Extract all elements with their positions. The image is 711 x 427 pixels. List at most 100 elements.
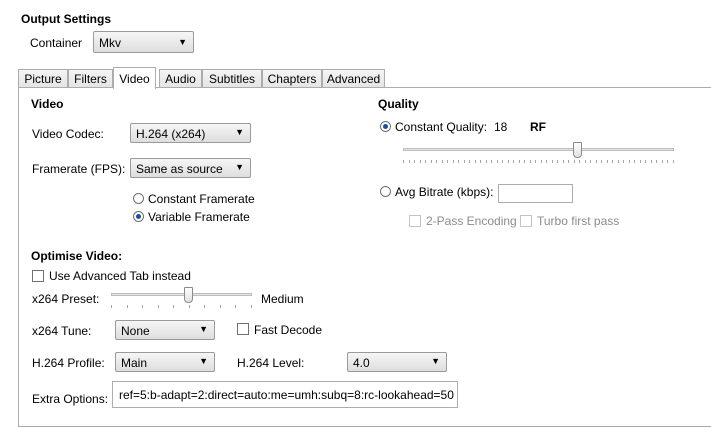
slider-tick <box>220 305 221 308</box>
two-pass-label: 2-Pass Encoding <box>426 214 517 228</box>
tab-chapters[interactable]: Chapters <box>262 69 322 88</box>
slider-tick <box>524 160 525 163</box>
turbo-first-pass-label: Turbo first pass <box>537 214 620 228</box>
slider-tick <box>563 160 564 163</box>
slider-tick <box>486 160 487 163</box>
tab-subtitles[interactable]: Subtitles <box>202 69 262 88</box>
h264-level-label: H.264 Level: <box>237 356 305 370</box>
slider-tick <box>645 160 646 163</box>
slider-tick <box>557 160 558 163</box>
x264-tune-dropdown[interactable]: None ▼ <box>115 320 215 340</box>
slider-tick <box>453 160 454 163</box>
x264-preset-value: Medium <box>261 292 304 306</box>
chevron-down-icon: ▼ <box>235 162 244 172</box>
tab-picture[interactable]: Picture <box>18 69 68 88</box>
slider-tick <box>656 160 657 163</box>
preset-slider-thumb[interactable] <box>184 287 193 303</box>
preset-slider-track <box>111 293 252 296</box>
tab-filters[interactable]: Filters <box>68 69 113 88</box>
container-dropdown[interactable]: Mkv ▼ <box>93 31 194 53</box>
x264-tune-value: None <box>121 324 150 338</box>
quality-slider[interactable] <box>403 142 674 166</box>
output-settings-title: Output Settings <box>21 12 111 26</box>
h264-level-value: 4.0 <box>353 356 370 370</box>
quality-heading: Quality <box>378 97 419 111</box>
slider-tick <box>552 160 553 163</box>
framerate-label: Framerate (FPS): <box>32 162 126 176</box>
chevron-down-icon: ▼ <box>178 37 187 47</box>
h264-profile-label: H.264 Profile: <box>32 356 105 370</box>
slider-tick <box>464 160 465 163</box>
slider-tick <box>502 160 503 163</box>
tab-video[interactable]: Video <box>113 67 156 89</box>
slider-tick <box>601 160 602 163</box>
slider-tick <box>651 160 652 163</box>
slider-tick <box>458 160 459 163</box>
constant-quality-value: 18 <box>494 120 508 134</box>
slider-tick <box>541 160 542 163</box>
h264-level-dropdown[interactable]: 4.0 ▼ <box>347 352 447 372</box>
slider-tick <box>579 160 580 163</box>
slider-tick <box>425 160 426 163</box>
constant-quality-label: Constant Quality: <box>395 120 488 134</box>
slider-tick <box>596 160 597 163</box>
slider-tick <box>662 160 663 163</box>
slider-tick <box>497 160 498 163</box>
slider-tick <box>436 160 437 163</box>
slider-tick <box>480 160 481 163</box>
slider-tick <box>612 160 613 163</box>
slider-tick <box>519 160 520 163</box>
fast-decode-checkbox[interactable] <box>237 323 249 335</box>
chevron-down-icon: ▼ <box>235 127 244 137</box>
container-label: Container <box>30 36 83 50</box>
tab-advanced[interactable]: Advanced <box>322 69 385 88</box>
turbo-first-pass-checkbox[interactable] <box>520 215 532 227</box>
variable-framerate-label: Variable Framerate <box>148 210 250 224</box>
slider-tick <box>469 160 470 163</box>
avg-bitrate-label: Avg Bitrate (kbps): <box>395 185 494 199</box>
extra-options-input[interactable]: ref=5:b-adapt=2:direct=auto:me=umh:subq=… <box>112 381 458 408</box>
video-codec-dropdown[interactable]: H.264 (x264) ▼ <box>130 123 251 143</box>
slider-tick <box>189 305 190 308</box>
quality-slider-thumb[interactable] <box>573 142 582 158</box>
slider-tick <box>420 160 421 163</box>
h264-profile-dropdown[interactable]: Main ▼ <box>115 352 215 372</box>
tab-audio[interactable]: Audio <box>159 69 202 88</box>
slider-tick <box>414 160 415 163</box>
x264-preset-slider[interactable] <box>111 287 252 311</box>
slider-tick <box>530 160 531 163</box>
slider-tick <box>634 160 635 163</box>
slider-tick <box>590 160 591 163</box>
slider-tick <box>585 160 586 163</box>
framerate-value: Same as source <box>136 162 223 176</box>
variable-framerate-radio[interactable] <box>133 211 144 222</box>
optimise-video-heading: Optimise Video: <box>31 249 123 263</box>
slider-tick <box>618 160 619 163</box>
avg-bitrate-radio[interactable] <box>380 186 391 197</box>
two-pass-checkbox[interactable] <box>409 215 421 227</box>
slider-tick <box>574 160 575 163</box>
constant-quality-radio[interactable] <box>380 121 391 132</box>
fast-decode-label: Fast Decode <box>254 323 323 337</box>
slider-tick <box>111 305 112 308</box>
slider-tick <box>667 160 668 163</box>
slider-tick <box>673 160 674 163</box>
x264-preset-label: x264 Preset: <box>32 292 100 306</box>
slider-tick <box>403 160 404 163</box>
framerate-dropdown[interactable]: Same as source ▼ <box>130 158 251 178</box>
use-advanced-tab-checkbox[interactable] <box>32 270 44 282</box>
avg-bitrate-input[interactable] <box>498 184 573 203</box>
slider-tick <box>535 160 536 163</box>
slider-tick <box>568 160 569 163</box>
slider-tick <box>142 305 143 308</box>
slider-tick <box>623 160 624 163</box>
container-dropdown-value: Mkv <box>99 36 121 50</box>
slider-tick <box>442 160 443 163</box>
x264-tune-label: x264 Tune: <box>32 324 92 338</box>
chevron-down-icon: ▼ <box>431 356 440 366</box>
slider-tick <box>447 160 448 163</box>
constant-framerate-radio[interactable] <box>133 193 144 204</box>
video-codec-label: Video Codec: <box>32 127 104 141</box>
rf-label: RF <box>530 120 546 134</box>
slider-tick <box>508 160 509 163</box>
